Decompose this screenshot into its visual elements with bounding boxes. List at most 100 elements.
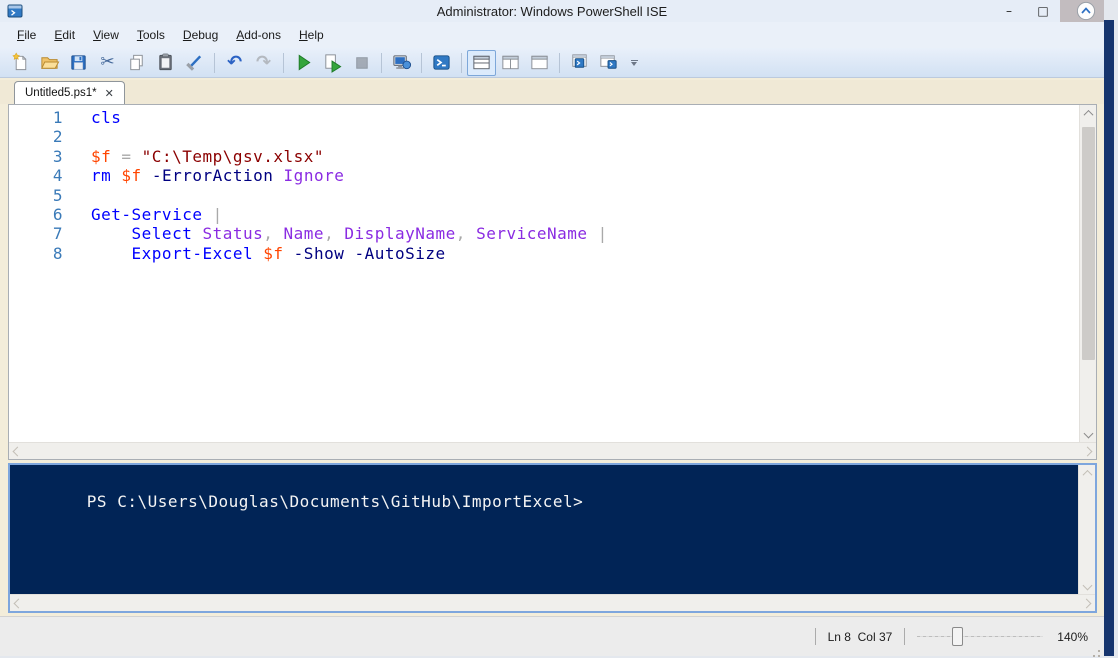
open-script-button[interactable] [35,50,64,76]
minimize-button[interactable]: – [992,0,1026,22]
maximize-button[interactable]: □ [1026,0,1060,22]
run-script-button[interactable] [289,50,318,76]
toolbar-separator [559,53,560,73]
console-horizontal-scrollbar[interactable] [10,594,1095,611]
code-token: | [213,205,223,224]
chevron-down-icon [1084,429,1094,439]
menu-file[interactable]: File [8,25,45,45]
editor-horizontal-scrollbar[interactable] [9,442,1096,459]
menu-add-ons[interactable]: Add-ons [227,25,290,45]
show-script-pane-top-button[interactable] [467,50,496,76]
scroll-down-button[interactable] [1079,577,1096,594]
new-powershell-tab-button[interactable] [565,50,594,76]
run-selection-icon [322,52,343,73]
tab-untitled5[interactable]: Untitled5.ps1* ✕ [14,81,125,104]
scroll-up-button[interactable] [1080,105,1097,122]
paste-button[interactable] [151,50,180,76]
line-number: 2 [9,127,63,146]
title-bar[interactable]: Administrator: Windows PowerShell ISE – … [0,0,1104,22]
code-token: , [263,224,283,243]
code-token: cls [91,108,121,127]
status-bar: Ln 8 Col 37 140% [0,616,1104,656]
scroll-right-button[interactable] [1079,443,1096,460]
stop-operation-button[interactable] [347,50,376,76]
chevron-left-icon [14,599,24,609]
menu-edit[interactable]: Edit [45,25,84,45]
stop-square-icon [351,52,372,73]
zoom-slider-track[interactable] [917,636,1043,637]
line-number: 6 [9,205,63,224]
code-token: Status [202,224,263,243]
line-number: 1 [9,108,63,127]
clear-console-pane-button[interactable] [180,50,209,76]
code-token: "C:\Temp\gsv.xlsx" [142,147,324,166]
tab-close-icon[interactable]: ✕ [105,87,114,100]
console-pane[interactable]: PS C:\Users\Douglas\Documents\GitHub\Imp… [10,465,1078,594]
menu-debug[interactable]: Debug [174,25,227,45]
show-script-pane-maximized-button[interactable] [525,50,554,76]
chevron-down-icon [1083,581,1093,591]
collapse-script-pane-button[interactable] [1076,1,1096,21]
screen: Administrator: Windows PowerShell ISE – … [0,0,1118,658]
code-token: Export-Excel [132,244,264,263]
code-line: 3$f = "C:\Temp\gsv.xlsx" [9,147,1079,166]
code-token [91,224,132,243]
cut-button[interactable]: ✂ [93,50,122,76]
redo-button[interactable]: ↷ [249,50,278,76]
window-accent-edge [1104,20,1114,656]
toolbar-separator [461,53,462,73]
undo-icon: ↶ [227,54,242,72]
scroll-left-button[interactable] [10,595,27,612]
window-title: Administrator: Windows PowerShell ISE [0,4,1104,19]
redo-icon: ↷ [256,54,271,72]
script-pane-maximized-icon [529,52,550,73]
scroll-right-button[interactable] [1078,595,1095,612]
remote-computer-icon [391,52,412,73]
copy-button[interactable] [122,50,151,76]
copy-icon [126,52,147,73]
script-editor-pane: 1 cls 23$f = "C:\Temp\gsv.xlsx"4rm $f -Err… [8,104,1097,460]
save-script-button[interactable] [64,50,93,76]
powershell-app-icon [7,3,23,19]
menu-help[interactable]: Help [290,25,333,45]
code-token: Get-Service [91,205,213,224]
scroll-left-button[interactable] [9,443,26,460]
undo-button[interactable]: ↶ [220,50,249,76]
editor-scroll-thumb[interactable] [1082,127,1095,360]
scroll-down-button[interactable] [1080,425,1097,442]
zoom-slider-thumb[interactable] [952,627,963,646]
code-token: , [324,224,344,243]
script-pane-right-icon [500,52,521,73]
script-pane-top-icon [471,52,492,73]
code-token: $f [121,166,151,185]
powershell-tab-options-button[interactable] [594,50,623,76]
zoom-slider[interactable] [917,627,1043,646]
start-powershell-button[interactable] [427,50,456,76]
scroll-up-button[interactable] [1079,465,1096,482]
new-script-button[interactable] [6,50,35,76]
code-token: , [456,224,476,243]
run-selection-button[interactable] [318,50,347,76]
code-line: 4rm $f -ErrorAction Ignore [9,166,1079,185]
tab-label: Untitled5.ps1* [25,87,97,99]
menu-view[interactable]: View [84,25,128,45]
line-number: 3 [9,147,63,166]
console-vertical-scrollbar[interactable] [1078,465,1095,594]
zoom-level: 140% [1057,630,1088,644]
powershell-console-icon [431,52,452,73]
show-script-pane-right-button[interactable] [496,50,525,76]
code-editor[interactable]: 1 cls 23$f = "C:\Temp\gsv.xlsx"4rm $f -Err… [9,105,1079,442]
editor-vertical-scrollbar[interactable] [1079,105,1096,442]
new-remote-powershell-tab-button[interactable] [387,50,416,76]
toolbar: ✂ ↶ ↷ [0,48,1104,78]
new-script-icon [10,52,31,73]
menu-tools[interactable]: Tools [128,25,174,45]
resize-grip-icon[interactable] [1098,650,1100,652]
line-number: 5 [9,186,63,205]
statusbar-separator [904,628,905,645]
app-window: Administrator: Windows PowerShell ISE – … [0,0,1104,656]
console-pane-frame: PS C:\Users\Douglas\Documents\GitHub\Imp… [8,463,1097,613]
toolbar-separator [421,53,422,73]
toolbar-overflow-button[interactable] [627,60,641,66]
code-token: Ignore [284,166,345,185]
